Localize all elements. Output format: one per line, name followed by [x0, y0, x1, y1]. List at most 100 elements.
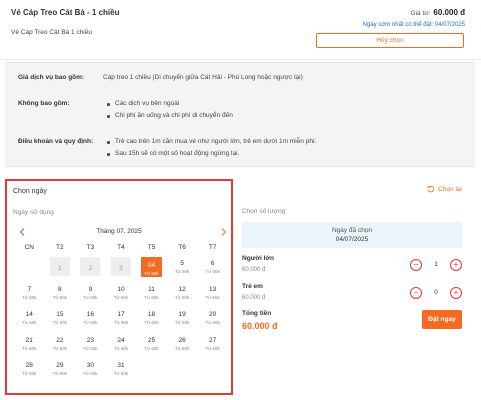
day-price: Từ 60k: [52, 294, 67, 300]
day-price: Từ 60k: [174, 320, 190, 325]
day-price: Từ 60k: [113, 294, 129, 300]
child-minus-button[interactable]: −: [410, 287, 422, 299]
calendar-day[interactable]: 20 Từ 60k: [197, 307, 228, 333]
cancel-button[interactable]: Hủy chọn: [316, 33, 464, 48]
product-header: Vé Cáp Treo Cát Bà - 1 chiều Vé Cáp Treo…: [0, 0, 481, 60]
day-number: 27: [209, 336, 217, 344]
price-line: Giá từ: 60.000 đ: [411, 8, 465, 17]
child-quantity-stepper: − 0 +: [410, 287, 462, 299]
adult-quantity: 1: [434, 261, 438, 268]
list-item: Chi phí ăn uống và chi phí di chuyển đến: [103, 112, 453, 120]
calendar-day[interactable]: 19 Từ 60k: [167, 307, 198, 333]
day-number: 24: [117, 336, 125, 344]
list-item: Sau 15h sẽ có một số hoạt động ngừng lại…: [103, 150, 453, 158]
choose-day-title: Chọn ngày: [13, 188, 47, 195]
calendar-day[interactable]: 29 Từ 60k: [45, 358, 76, 384]
day-price: Từ 60k: [144, 320, 159, 325]
included-value: Cáp treo 1 chiều (Di chuyển giữa Cát Hải…: [103, 74, 303, 81]
day-price: Từ 60k: [22, 345, 37, 351]
service-info: Giá dịch vụ bao gồm: Cáp treo 1 chiều (D…: [5, 62, 475, 167]
calendar-day[interactable]: 28 Từ 60k: [14, 358, 45, 384]
calendar-day[interactable]: 27 Từ 60k: [197, 333, 228, 359]
weekday-label: T4: [117, 244, 125, 251]
calendar-day[interactable]: 12 Từ 60k: [167, 282, 198, 308]
calendar-day[interactable]: 24 Từ 60k: [106, 333, 137, 359]
terms-label: Điều khoản và quy định:: [18, 138, 94, 145]
list-item: Các dịch vụ bên ngoài: [103, 100, 453, 108]
calendar-day[interactable]: 16 Từ 60k: [75, 307, 106, 333]
next-month-button[interactable]: [218, 226, 230, 238]
product-subtitle: Vé Cáp Treo Cát Bà 1 chiều: [11, 29, 92, 36]
calendar-day[interactable]: 30 Từ 60k: [75, 358, 106, 384]
redo-button[interactable]: Chọn lại: [427, 185, 462, 193]
price-prefix: Giá từ:: [410, 10, 431, 17]
price-box: Giá từ: 60.000 đ Ngày sớm nhất có thể đặt…: [309, 0, 481, 56]
calendar-day[interactable]: 31 Từ 60k: [106, 358, 137, 384]
adult-plus-button[interactable]: +: [450, 259, 462, 271]
adult-minus-button[interactable]: −: [410, 259, 422, 271]
calendar-day[interactable]: 9 Từ 60k: [75, 282, 106, 308]
day-number: 5: [180, 260, 184, 267]
calendar-day[interactable]: 5 Từ 60k: [167, 256, 198, 282]
calendar-day[interactable]: 10 Từ 60k: [106, 282, 137, 308]
calendar-day-selected[interactable]: 04 Từ 60k: [136, 256, 167, 282]
day-price: Từ 60k: [144, 271, 159, 276]
day-number: 22: [56, 336, 64, 344]
child-row: Trẻ em 60.000 đ − 0 +: [242, 283, 462, 307]
calendar-day: 3: [106, 256, 137, 282]
day-number: 13: [209, 285, 217, 293]
day-number: 25: [147, 336, 156, 344]
book-now-button[interactable]: Đặt ngay: [422, 310, 462, 329]
calendar-day: 1: [45, 256, 76, 282]
calendar-day[interactable]: 15 Từ 60k: [45, 307, 76, 333]
calendar-day[interactable]: 17 Từ 60k: [106, 307, 137, 333]
day-price: Từ 60k: [174, 269, 190, 274]
day-number: 17: [117, 311, 125, 318]
day-number: 2: [88, 265, 93, 272]
child-price: 60.000 đ: [242, 295, 266, 301]
day-number: 9: [88, 285, 93, 293]
day-price: Từ 60k: [205, 294, 220, 300]
included-label: Giá dịch vụ bao gồm:: [18, 74, 85, 81]
calendar-day[interactable]: 26 Từ 60k: [167, 333, 198, 359]
child-quantity: 0: [434, 289, 438, 296]
day-number: 16: [86, 311, 95, 318]
calendar-days-grid: 1 2 3 04 Từ 60k 5 Từ 60k 6 Từ 60k 7 Từ 60k 8 Từ 60k 9…: [14, 256, 228, 384]
calendar-day[interactable]: 21 Từ 60k: [14, 333, 45, 359]
calendar-day[interactable]: 7 Từ 60k: [14, 282, 45, 308]
earliest-date-link[interactable]: Ngày sớm nhất có thể đặt: 04/07/2025: [363, 22, 465, 28]
day-price: Từ 60k: [174, 294, 190, 300]
calendar-day[interactable]: 14 Từ 60k: [14, 307, 45, 333]
calendar-day: 2: [75, 256, 106, 282]
calendar-day[interactable]: 6 Từ 60k: [197, 256, 228, 282]
calendar-day[interactable]: 18 Từ 60k: [136, 307, 167, 333]
day-number: 18: [147, 311, 156, 318]
terms-list: Trẻ cao trên 1m cần mua vé như người lớn…: [103, 138, 453, 162]
day-number: 26: [178, 336, 186, 344]
day-price: Từ 60k: [174, 345, 190, 351]
day-number: 28: [25, 362, 33, 369]
calendar-day[interactable]: 25 Từ 60k: [136, 333, 167, 359]
product-title: Vé Cáp Treo Cát Bà - 1 chiều: [11, 8, 120, 17]
day-price: Từ 60k: [83, 371, 98, 376]
calendar-day[interactable]: 22 Từ 60k: [45, 333, 76, 359]
booking-panel: Chọn lại Chọn số lượng Ngày đã chọn 04/0…: [242, 179, 475, 339]
day-price: Từ 60k: [22, 371, 37, 376]
weekday-label: T2: [56, 244, 64, 251]
day-number: 21: [25, 336, 33, 344]
total-label: Tổng tiền: [242, 310, 272, 317]
calendar-day[interactable]: 13 Từ 60k: [197, 282, 228, 308]
day-number: 23: [86, 336, 95, 344]
chosen-date-box: Ngày đã chọn 04/07/2025: [242, 222, 462, 248]
day-number: 19: [178, 311, 186, 318]
day-price: Từ 60k: [144, 345, 159, 351]
calendar-day[interactable]: 23 Từ 60k: [75, 333, 106, 359]
calendar-day[interactable]: 11 Từ 60k: [136, 282, 167, 308]
day-number: 10: [117, 285, 125, 293]
calendar-day[interactable]: 8 Từ 60k: [45, 282, 76, 308]
child-plus-button[interactable]: +: [450, 287, 462, 299]
day-number: 29: [56, 362, 64, 369]
adult-price: 60.000 đ: [242, 267, 266, 273]
day-number: 30: [86, 362, 95, 369]
day-price: Từ 60k: [83, 320, 98, 325]
